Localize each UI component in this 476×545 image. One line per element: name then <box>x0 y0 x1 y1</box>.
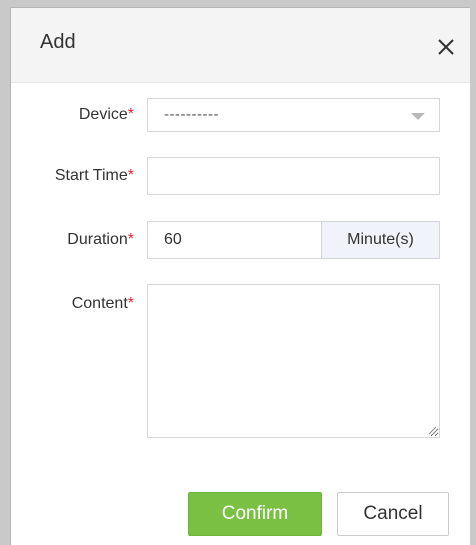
cancel-button[interactable]: Cancel <box>337 492 449 536</box>
required-mark: * <box>127 167 134 184</box>
device-select[interactable]: ---------- <box>147 98 440 132</box>
close-button[interactable] <box>434 35 458 59</box>
duration-input[interactable] <box>147 221 322 259</box>
required-mark: * <box>127 106 134 123</box>
confirm-button[interactable]: Confirm <box>188 492 322 536</box>
device-selected-value: ---------- <box>164 106 219 123</box>
add-dialog: Add Device* ---------- Start Time* Durat… <box>10 7 470 545</box>
content-label: Content* <box>71 295 134 312</box>
duration-unit: Minute(s) <box>321 221 440 259</box>
dialog-header: Add <box>11 8 470 83</box>
start-time-label: Start Time* <box>54 167 134 184</box>
device-label: Device* <box>78 106 134 123</box>
start-time-input[interactable] <box>147 157 440 195</box>
dialog-title: Add <box>40 31 76 53</box>
duration-label: Duration* <box>67 231 134 248</box>
content-textarea[interactable] <box>147 284 440 438</box>
required-mark: * <box>127 295 134 312</box>
chevron-down-icon <box>411 113 425 120</box>
required-mark: * <box>127 231 134 248</box>
close-icon <box>438 39 454 55</box>
